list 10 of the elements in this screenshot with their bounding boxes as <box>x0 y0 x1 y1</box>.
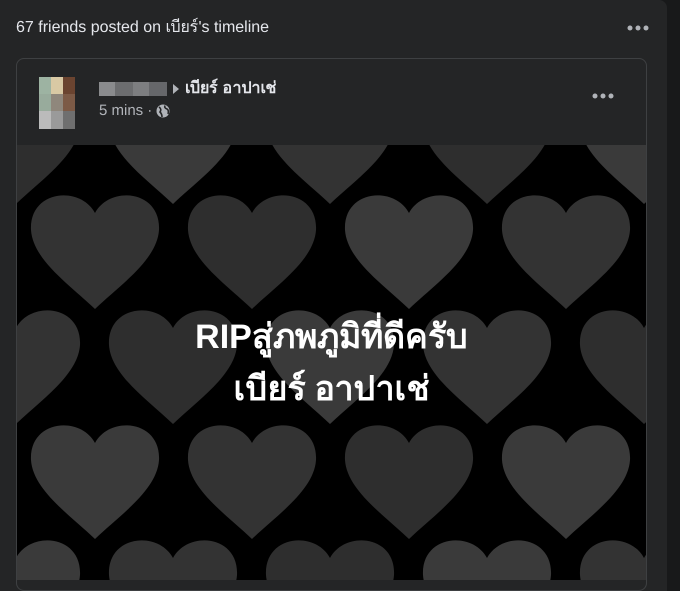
post-text: RIPสู่ภพภูมิที่ดีครับ เบียร์ อาปาเช่ <box>195 310 468 414</box>
separator: · <box>147 100 152 121</box>
more-options-icon[interactable] <box>592 93 614 99</box>
post-time[interactable]: 5 mins <box>99 100 144 122</box>
more-options-icon[interactable] <box>627 25 649 31</box>
caret-icon <box>173 84 179 94</box>
header-text: 67 friends posted on เบียร์'s timeline <box>16 16 270 38</box>
recipient-name[interactable]: เบียร์ อาปาเช่ <box>185 77 276 101</box>
globe-icon <box>156 104 170 118</box>
blurred-name-drawing <box>99 82 167 96</box>
